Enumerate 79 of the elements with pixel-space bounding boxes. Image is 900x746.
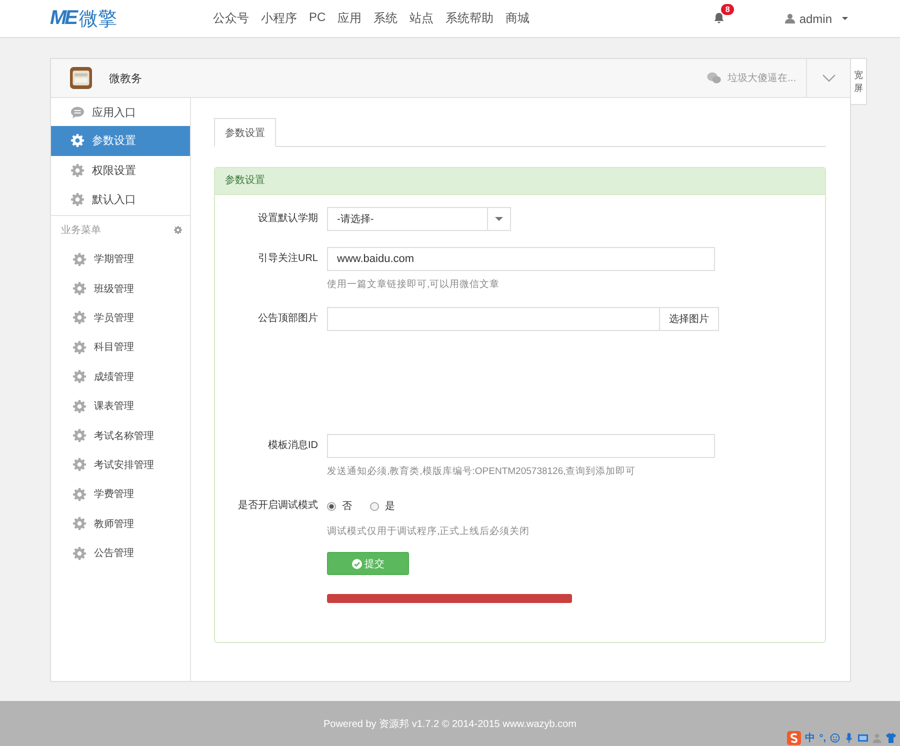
sidebar-item[interactable]: 教师管理 [51,509,190,538]
user-menu[interactable]: admin [799,12,832,26]
bell-icon[interactable] [713,12,726,24]
gear-icon [73,370,86,384]
gear-icon [73,311,86,324]
gear-icon [73,488,86,501]
keyboard-icon[interactable] [858,733,868,743]
input-field[interactable] [327,307,660,331]
app-icon [70,67,92,89]
caret-icon [495,217,503,221]
microphone-icon[interactable] [844,733,854,743]
gear-icon [73,340,86,354]
logo-text[interactable]: 微擎 [79,6,117,32]
ime-logo-icon[interactable] [787,731,802,745]
sidebar-item[interactable]: 公告管理 [51,538,190,568]
chat-icon [71,106,84,118]
field-label: 是否开启调试模式 [237,498,319,513]
sidebar-item[interactable]: 学员管理 [51,303,190,333]
input-field[interactable]: www.baidu.com [327,247,715,271]
sidebar-item[interactable]: 课表管理 [51,391,190,421]
input-field[interactable] [327,434,715,458]
panel-header: 参数设置 [215,168,825,195]
gear-icon [71,134,84,148]
chevron-down-icon [822,74,836,82]
nav-link[interactable]: PC [309,10,326,27]
gear-icon [71,164,84,177]
gear-icon [71,193,84,206]
gear-icon [73,429,86,442]
logo-mark[interactable]: ME [50,7,76,30]
smiley-icon[interactable] [830,733,840,743]
field-label: 模板消息ID [267,438,319,453]
sidebar-item[interactable]: 学期管理 [51,244,190,274]
sidebar-item[interactable]: 学费管理 [51,480,190,510]
sidebar-item[interactable]: 考试名称管理 [51,420,190,450]
settings-icon [174,226,182,234]
nav-link[interactable]: 应用 [338,10,362,27]
chat-icon [706,72,721,84]
shirt-icon[interactable] [886,733,896,743]
sidebar-item[interactable]: 考试安排管理 [51,450,190,480]
radio-option[interactable]: 是 [370,499,395,513]
caret-icon[interactable] [842,17,848,20]
select-field[interactable]: -请选择- [327,207,511,231]
user-icon [785,13,796,24]
nav-link[interactable]: 站点 [410,10,434,27]
help-text: 使用一篇文章链接即可,可以用微信文章 [327,278,501,291]
field-label: 引导关注URL [256,252,319,266]
user-icon[interactable] [872,733,882,743]
gear-icon [73,517,86,530]
field-label: 公告顶部图片 [257,312,319,326]
sidebar-item[interactable]: 默认入口 [51,185,190,214]
radio-option[interactable]: 否 [327,499,352,513]
nav-link[interactable]: 公众号 [213,10,249,27]
sidebar-item[interactable]: 科目管理 [51,332,190,362]
notification-badge: 8 [721,4,734,14]
help-text: 发送通知必须,教育类,模版库编号:OPENTM205738126,查询到添加即可 [327,465,637,478]
sidebar-item[interactable]: 应用入口 [51,98,190,126]
tab[interactable]: 参数设置 [214,118,276,147]
field-label: 设置默认学期 [257,212,319,226]
wide-screen-button[interactable]: 宽屏 [851,58,867,105]
module-title: 微教务 [109,72,142,86]
help-text: 调试模式仅用于调试程序,正式上线后必须关闭 [327,525,530,538]
nav-link[interactable]: 商城 [506,10,530,27]
nav-link[interactable]: 系统 [374,10,398,27]
nav-link[interactable]: 小程序 [261,10,297,27]
sidebar-item[interactable]: 成绩管理 [51,362,190,392]
sidebar-item[interactable]: 参数设置 [51,126,190,156]
sidebar-item[interactable]: 班级管理 [51,274,190,304]
check-circle-icon [352,558,362,568]
gear-icon [73,252,86,266]
section-title: 业务菜单 [61,224,101,236]
gear-icon [73,282,86,296]
gear-icon [73,458,86,472]
module-status: 垃圾大傻逼在... [728,72,796,85]
sidebar-item[interactable]: 权限设置 [51,156,190,185]
footer-text: Powered by 资源邦 v1.7.2 © 2014-2015 www.wazyb.com [323,718,577,730]
gear-icon [73,400,86,413]
choose-image-button[interactable]: 选择图片 [660,307,719,331]
nav-link[interactable]: 系统帮助 [446,10,494,27]
gear-icon [73,546,86,560]
